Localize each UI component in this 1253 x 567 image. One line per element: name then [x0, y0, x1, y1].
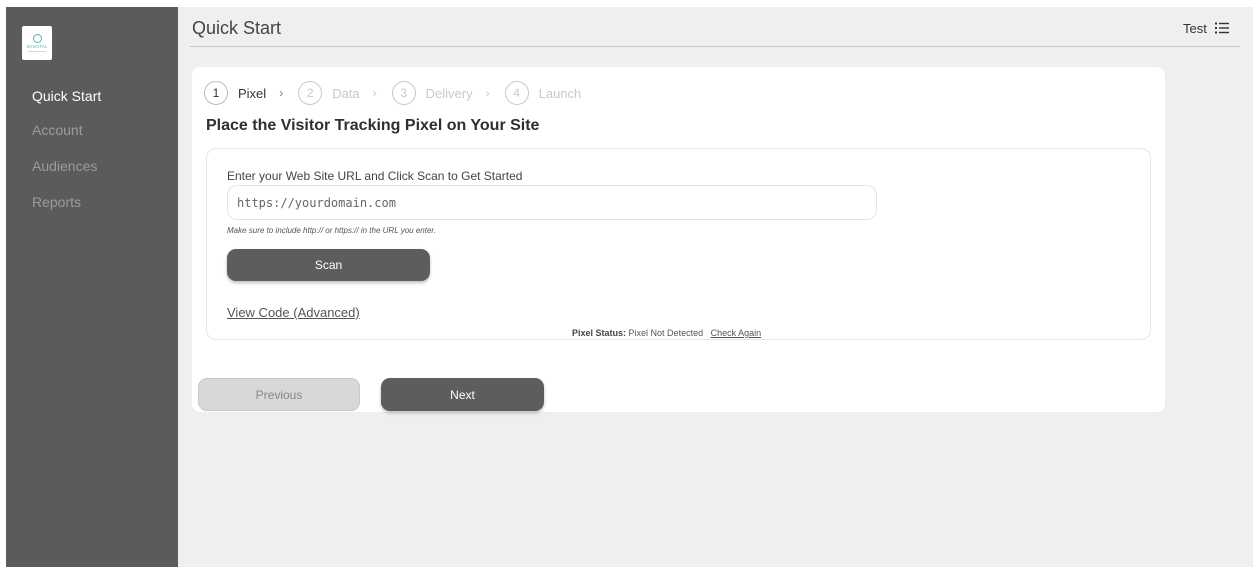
chevron-right-icon: › [372, 86, 377, 100]
quick-start-card: 1 Pixel › 2 Data › 3 Delivery › 4 Launch… [192, 67, 1165, 412]
page-title: Quick Start [192, 18, 282, 38]
stepper: 1 Pixel › 2 Data › 3 Delivery › 4 Launch [204, 81, 581, 105]
pixel-status: Pixel Status: Pixel Not Detected Check A… [572, 328, 761, 338]
step-label: Delivery [425, 85, 473, 101]
url-hint: Make sure to include http:// or https://… [227, 226, 436, 235]
chevron-right-icon: › [279, 86, 284, 100]
view-code-link[interactable]: View Code (Advanced) [227, 305, 360, 320]
url-field-label: Enter your Web Site URL and Click Scan t… [227, 169, 523, 183]
step-number: 2 [298, 81, 323, 105]
pixel-status-label: Pixel Status: [572, 328, 627, 338]
sidebar-item-quick-start[interactable]: Quick Start [32, 88, 101, 104]
website-url-input[interactable] [227, 185, 877, 220]
sidebar-item-reports[interactable]: Reports [32, 194, 81, 210]
step-label: Launch [538, 85, 582, 101]
step-number: 4 [504, 81, 529, 105]
step-pixel[interactable]: 1 Pixel › [204, 81, 298, 105]
check-again-link[interactable]: Check Again [711, 328, 762, 338]
logo-text: SKIGITAL [26, 44, 48, 49]
step-label: Data [332, 85, 360, 101]
section-heading: Place the Visitor Tracking Pixel on Your… [206, 117, 540, 134]
list-menu-icon[interactable] [1215, 22, 1229, 34]
sidebar-item-audiences[interactable]: Audiences [32, 158, 97, 174]
step-number: 1 [204, 81, 228, 105]
scan-button[interactable]: Scan [227, 249, 430, 281]
logo-tagline-line [28, 51, 46, 52]
logo-mark-icon [32, 34, 42, 43]
pixel-status-value: Pixel Not Detected [628, 328, 704, 338]
previous-button[interactable]: Previous [198, 378, 360, 411]
pixel-setup-panel: Enter your Web Site URL and Click Scan t… [206, 148, 1151, 340]
step-number: 3 [391, 81, 416, 105]
sidebar-item-account[interactable]: Account [32, 122, 83, 138]
sidebar: SKIGITAL Quick Start Account Audiences R… [6, 7, 178, 567]
next-button[interactable]: Next [381, 378, 544, 411]
title-divider [190, 46, 1240, 47]
step-data[interactable]: 2 Data › [298, 81, 391, 105]
app-frame: SKIGITAL Quick Start Account Audiences R… [6, 7, 1253, 567]
step-delivery[interactable]: 3 Delivery › [391, 81, 505, 105]
chevron-right-icon: › [485, 86, 490, 100]
company-logo[interactable]: SKIGITAL [22, 26, 52, 60]
step-launch[interactable]: 4 Launch [504, 81, 582, 105]
step-label: Pixel [238, 85, 267, 101]
user-name[interactable]: Test [1183, 21, 1207, 36]
